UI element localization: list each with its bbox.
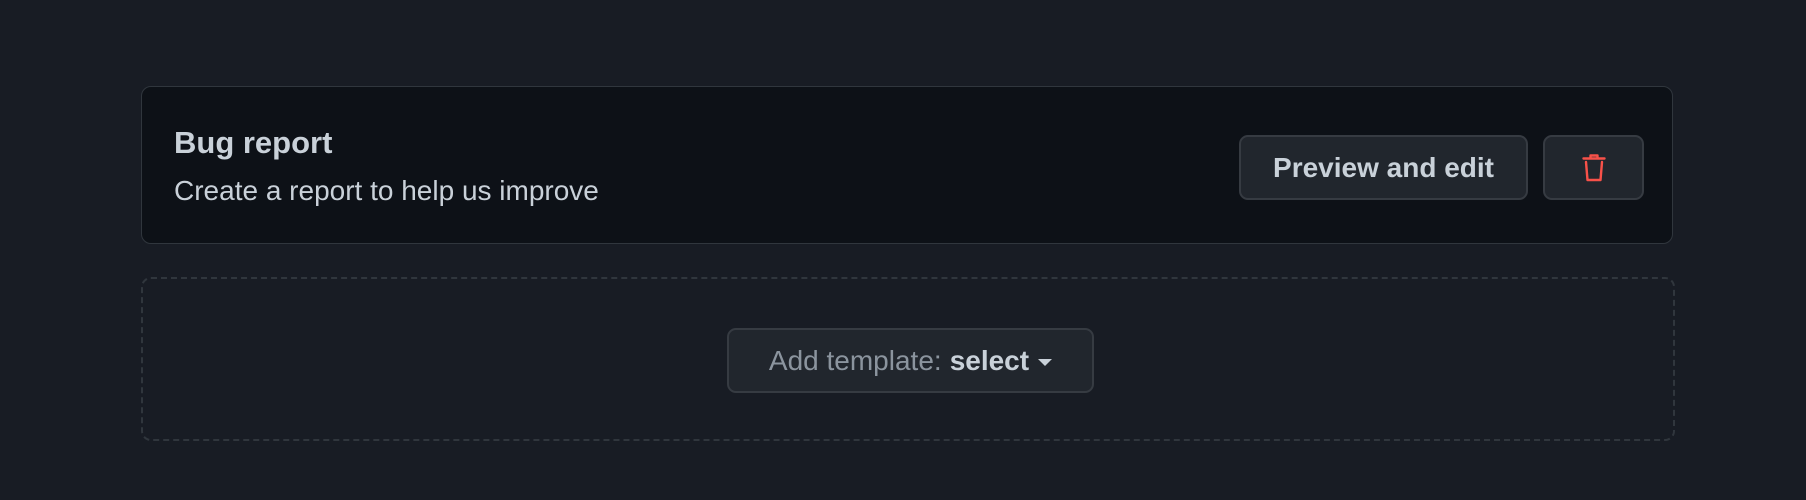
add-template-select-button[interactable]: Add template: select: [727, 328, 1094, 393]
add-template-dropzone: Add template: select: [141, 277, 1675, 441]
trash-icon: [1581, 153, 1606, 181]
add-template-value: select: [949, 344, 1030, 376]
preview-and-edit-button[interactable]: Preview and edit: [1239, 135, 1528, 200]
caret-down-icon: [1038, 358, 1053, 366]
delete-template-button[interactable]: [1543, 135, 1644, 200]
template-title: Bug report: [174, 125, 333, 160]
template-card: Bug report Create a report to help us im…: [141, 86, 1673, 244]
add-template-label: Add template:: [768, 344, 942, 376]
template-description: Create a report to help us improve: [174, 175, 599, 206]
